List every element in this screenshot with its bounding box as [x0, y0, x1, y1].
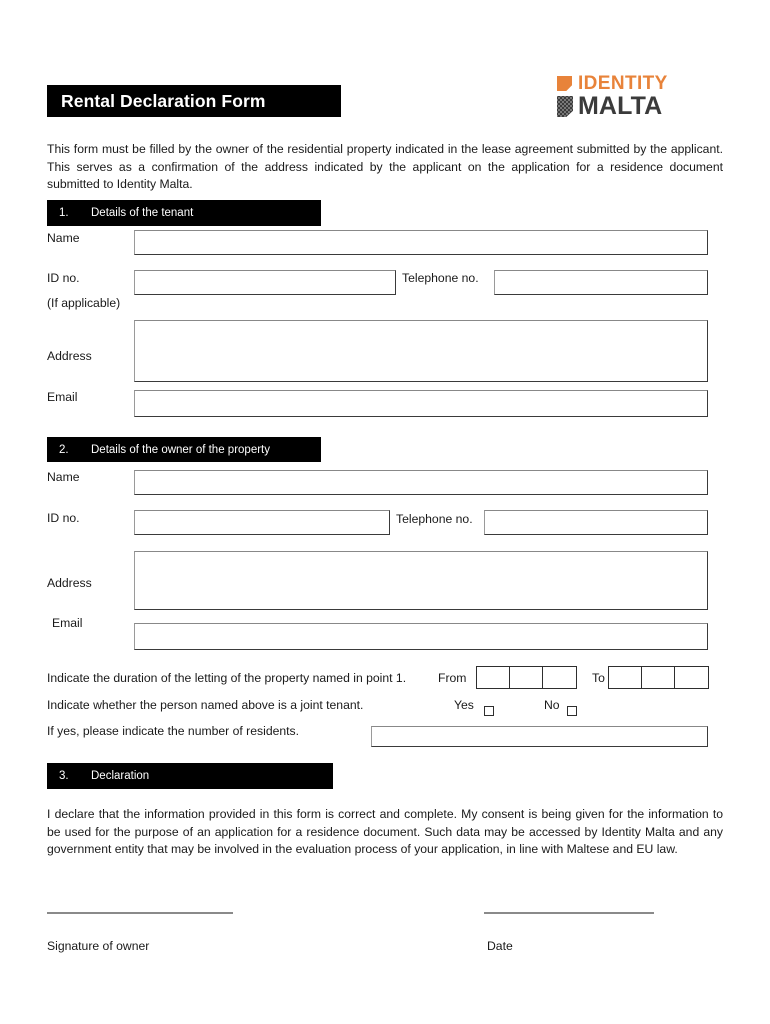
owner-id-input[interactable] [134, 510, 390, 535]
duration-from-label: From [438, 671, 467, 685]
joint-tenant-yes-checkbox[interactable] [484, 706, 494, 716]
tenant-email-input[interactable] [134, 390, 708, 417]
logo-square-icon [557, 76, 572, 91]
tenant-name-input[interactable] [134, 230, 708, 255]
page-title-bar: Rental Declaration Form [47, 85, 341, 117]
tenant-telephone-label: Telephone no. [402, 271, 479, 285]
owner-name-input[interactable] [134, 470, 708, 495]
logo-malta-row: MALTA [557, 92, 685, 120]
duration-to-cell[interactable] [609, 667, 642, 688]
duration-to-date-grid[interactable] [608, 666, 709, 689]
logo-identity-text: IDENTITY [578, 73, 668, 94]
duration-question: Indicate the duration of the letting of … [47, 671, 407, 685]
form-header: Rental Declaration Form IDENTITY MALTA [0, 0, 770, 140]
owner-email-input[interactable] [134, 623, 708, 650]
identity-malta-logo: IDENTITY MALTA [557, 72, 685, 120]
duration-from-cell[interactable] [543, 667, 576, 688]
owner-name-label: Name [47, 470, 80, 484]
owner-address-input[interactable] [134, 551, 708, 610]
section-header-tenant: 1. Details of the tenant [47, 200, 321, 226]
owner-telephone-label: Telephone no. [396, 512, 473, 526]
rental-declaration-form-page: Rental Declaration Form IDENTITY MALTA T… [0, 0, 770, 1024]
joint-tenant-question: Indicate whether the person named above … [47, 698, 364, 712]
owner-telephone-input[interactable] [484, 510, 708, 535]
tenant-address-input[interactable] [134, 320, 708, 382]
signature-date-line[interactable] [484, 912, 654, 914]
tenant-id-label: ID no. [47, 271, 80, 285]
owner-email-label: Email [52, 616, 83, 630]
residents-question: If yes, please indicate the number of re… [47, 724, 300, 738]
owner-id-label: ID no. [47, 511, 80, 525]
duration-from-date-grid[interactable] [476, 666, 577, 689]
section-3-label: Declaration [91, 770, 150, 782]
logo-malta-text: MALTA [578, 92, 663, 120]
section-header-declaration: 3. Declaration [47, 763, 333, 789]
duration-from-cell[interactable] [477, 667, 510, 688]
signature-owner-label: Signature of owner [47, 939, 150, 953]
page-title: Rental Declaration Form [61, 90, 266, 111]
tenant-id-input[interactable] [134, 270, 396, 295]
section-3-number: 3. [59, 770, 69, 782]
joint-tenant-no-label: No [544, 698, 560, 712]
declaration-paragraph: I declare that the information provided … [47, 807, 723, 856]
section-2-label: Details of the owner of the property [91, 443, 270, 456]
signature-owner-line[interactable] [47, 912, 233, 914]
section-1-label: Details of the tenant [91, 207, 194, 219]
signature-date-label: Date [487, 939, 513, 953]
tenant-name-label: Name [47, 231, 80, 245]
duration-to-label: To [592, 671, 605, 685]
tenant-address-label: Address [47, 349, 92, 363]
logo-dotted-square-icon [557, 96, 573, 117]
duration-to-cell[interactable] [642, 667, 675, 688]
section-1-number: 1. [59, 207, 69, 219]
joint-tenant-no-checkbox[interactable] [567, 706, 577, 716]
duration-to-cell[interactable] [675, 667, 708, 688]
residents-count-input[interactable] [371, 726, 708, 747]
tenant-id-note: (If applicable) [47, 296, 121, 310]
owner-address-label: Address [47, 576, 92, 590]
duration-from-cell[interactable] [510, 667, 543, 688]
intro-paragraph: This form must be filled by the owner of… [47, 142, 723, 191]
tenant-telephone-input[interactable] [494, 270, 708, 295]
tenant-email-label: Email [47, 390, 78, 404]
section-header-owner: 2. Details of the owner of the property [47, 437, 321, 462]
joint-tenant-yes-label: Yes [454, 698, 474, 712]
section-2-number: 2. [59, 443, 69, 456]
